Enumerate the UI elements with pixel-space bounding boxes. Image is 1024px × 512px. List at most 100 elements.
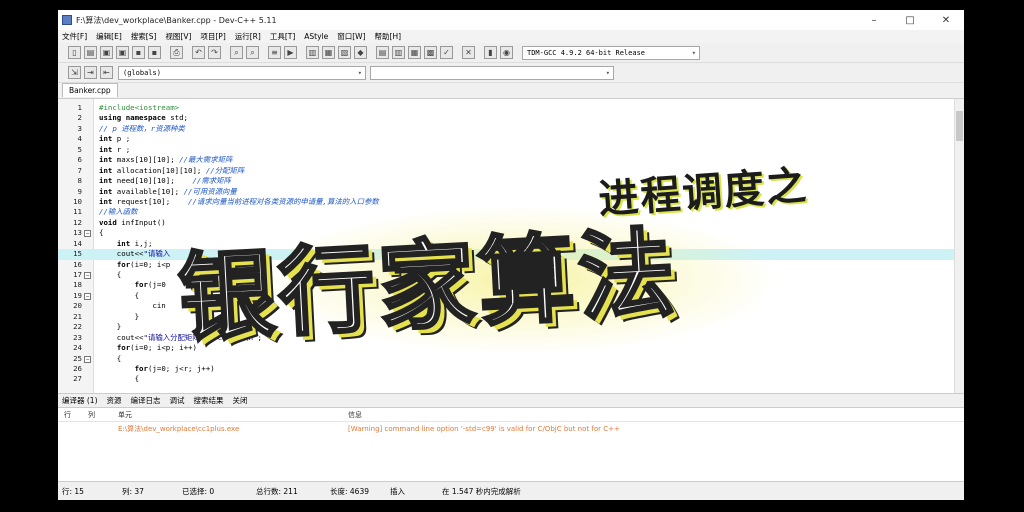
code-line[interactable]: 12 void infInput() <box>58 218 964 228</box>
new-file-icon[interactable]: ▯ <box>68 46 81 59</box>
profile-icon[interactable]: ▮ <box>484 46 497 59</box>
goto-icon[interactable]: ▶ <box>284 46 297 59</box>
message-row[interactable]: E:\算法\dev_workplace\cc1plus.exe [Warning… <box>58 422 964 436</box>
toggle-bookmark-icon[interactable]: ⇥ <box>84 66 97 79</box>
code-editor[interactable]: 1 #include<iostream> 2 using namespace std;… <box>58 98 964 393</box>
code-line[interactable]: 5 int r ; <box>58 145 964 155</box>
code-line[interactable]: 20 cin <box>58 301 964 311</box>
code-line[interactable]: 19− { <box>58 291 964 301</box>
goto-bookmark-icon[interactable]: ⇤ <box>100 66 113 79</box>
debug-icon[interactable]: ◉ <box>500 46 513 59</box>
line-number: 2 <box>77 113 82 123</box>
menu-item-6[interactable]: 工具[T] <box>270 31 295 42</box>
code-text: using namespace std; <box>99 113 188 123</box>
save-all-icon[interactable]: ▣ <box>116 46 129 59</box>
code-line[interactable]: 6 int maxs[10][10]; //最大需求矩阵 <box>58 155 964 165</box>
code-line[interactable]: 21 } <box>58 312 964 322</box>
ide-window: F:\算法\dev_workplace\Banker.cpp - Dev-C++… <box>58 10 964 500</box>
line-number: 19 <box>73 290 82 300</box>
menu-item-0[interactable]: 文件[F] <box>62 31 87 42</box>
menu-item-1[interactable]: 编辑[E] <box>96 31 122 42</box>
code-line[interactable]: 1 #include<iostream> <box>58 103 964 113</box>
bottom-tab-4[interactable]: 搜索结果 <box>194 395 224 406</box>
tab-banker-cpp[interactable]: Banker.cpp <box>62 83 118 97</box>
code-line[interactable]: 27 { <box>58 374 964 384</box>
line-number: 3 <box>77 123 82 133</box>
bookmark-icon[interactable]: ◆ <box>354 46 367 59</box>
bottom-tab-3[interactable]: 调试 <box>170 395 185 406</box>
code-line[interactable]: 8 int need[10][10]; //需求矩阵 <box>58 176 964 186</box>
insert-icon[interactable]: ⇲ <box>68 66 81 79</box>
code-line[interactable]: 10 int request[10]; //请求向量当前进程对各类资源的申请量,算… <box>58 197 964 207</box>
menu-item-7[interactable]: AStyle <box>304 32 328 41</box>
code-text: for(j=0; j<r; j++) <box>134 363 215 373</box>
run-icon[interactable]: ▥ <box>392 46 405 59</box>
bottom-tab-1[interactable]: 资源 <box>107 395 122 406</box>
line-number: 6 <box>77 155 82 165</box>
code-line[interactable]: 15 cout<<"请输入 <box>58 249 964 260</box>
fold-toggle-icon[interactable]: − <box>84 355 91 363</box>
code-line[interactable]: 2 using namespace std; <box>58 113 964 123</box>
replace-icon[interactable]: ⌕ <box>246 46 259 59</box>
close-file-icon[interactable]: ▪ <box>132 46 145 59</box>
code-line[interactable]: 16 for(i=0; i<p <box>58 260 964 270</box>
find-icon[interactable]: ⌕ <box>230 46 243 59</box>
close-button[interactable]: ✕ <box>928 15 964 26</box>
compiler-select[interactable]: TDM-GCC 4.9.2 64-bit Release ▾ <box>522 45 700 60</box>
code-line[interactable]: 11 //输入函数 <box>58 207 964 217</box>
class-toolbar: ⇲ ⇥ ⇤ (globals) ▾ ▾ <box>58 63 964 83</box>
vertical-scrollbar[interactable] <box>954 99 964 393</box>
line-number: 11 <box>73 207 82 217</box>
code-line[interactable]: 25− { <box>58 354 964 364</box>
code-line[interactable]: 9 int available[10]; //可用资源向量 <box>58 187 964 197</box>
code-line[interactable]: 18 for(j=0 <box>58 280 964 290</box>
close-all-icon[interactable]: ▪ <box>148 46 161 59</box>
menu-item-8[interactable]: 窗口[W] <box>337 31 365 42</box>
code-line[interactable]: 22 } <box>58 322 964 332</box>
menu-item-9[interactable]: 帮助[H] <box>375 31 402 42</box>
member-select[interactable]: ▾ <box>370 65 614 80</box>
code-line[interactable]: 4 int p ; <box>58 134 964 144</box>
menu-item-5[interactable]: 运行[R] <box>235 31 261 42</box>
compile-run-icon[interactable]: ▦ <box>408 46 421 59</box>
code-line[interactable]: 14 int i,j; <box>58 239 964 249</box>
code-line[interactable]: 13−{ <box>58 228 964 238</box>
window-title: F:\算法\dev_workplace\Banker.cpp - Dev-C++… <box>76 15 277 25</box>
redo-icon[interactable]: ↷ <box>208 46 221 59</box>
indent-icon[interactable]: ≡ <box>268 46 281 59</box>
code-line[interactable]: 23 cout<<"请输入分配矩阵allocation\n"; <box>58 333 964 343</box>
compile-icon[interactable]: ▤ <box>376 46 389 59</box>
chevron-down-icon: ▾ <box>691 48 696 57</box>
code-line[interactable]: 17− { <box>58 270 964 280</box>
new-project-icon[interactable]: ▥ <box>306 46 319 59</box>
menu-item-2[interactable]: 搜索[S] <box>131 31 157 42</box>
save-icon[interactable]: ▣ <box>100 46 113 59</box>
bottom-tab-2[interactable]: 编译日志 <box>131 395 161 406</box>
code-line[interactable]: 7 int allocation[10][10]; //分配矩阵 <box>58 166 964 176</box>
fold-toggle-icon[interactable]: − <box>84 230 91 238</box>
open-file-icon[interactable]: ▤ <box>84 46 97 59</box>
fold-toggle-icon[interactable]: − <box>84 292 91 300</box>
check-syntax-icon[interactable]: ✓ <box>440 46 453 59</box>
scope-select[interactable]: (globals) ▾ <box>118 65 366 80</box>
line-number: 23 <box>73 332 82 342</box>
bottom-tab-5[interactable]: 关闭 <box>233 395 248 406</box>
project-options-icon[interactable]: ▧ <box>338 46 351 59</box>
maximize-button[interactable]: □ <box>892 15 928 26</box>
code-line[interactable]: 3 // p 进程数，r资源种类 <box>58 124 964 134</box>
scrollbar-thumb[interactable] <box>956 111 963 141</box>
minimize-button[interactable]: – <box>856 15 892 26</box>
print-icon[interactable]: ⎙ <box>170 46 183 59</box>
status-bar: 行: 15 列: 37 已选择: 0 总行数: 211 长度: 4639 插入 … <box>58 481 964 500</box>
fold-toggle-icon[interactable]: − <box>84 272 91 279</box>
code-line[interactable]: 26 for(j=0; j<r; j++) <box>58 364 964 374</box>
menu-item-3[interactable]: 视图[V] <box>165 31 191 42</box>
add-to-project-icon[interactable]: ▦ <box>322 46 335 59</box>
rebuild-icon[interactable]: ▩ <box>424 46 437 59</box>
undo-icon[interactable]: ↶ <box>192 46 205 59</box>
stop-icon[interactable]: ✕ <box>462 46 475 59</box>
code-line[interactable]: 24 for(i=0; i<p; i++) <box>58 343 964 353</box>
menu-item-4[interactable]: 项目[P] <box>200 31 225 42</box>
bottom-tab-0[interactable]: 编译器 (1) <box>62 395 98 406</box>
scope-select-value: (globals) <box>123 68 161 77</box>
